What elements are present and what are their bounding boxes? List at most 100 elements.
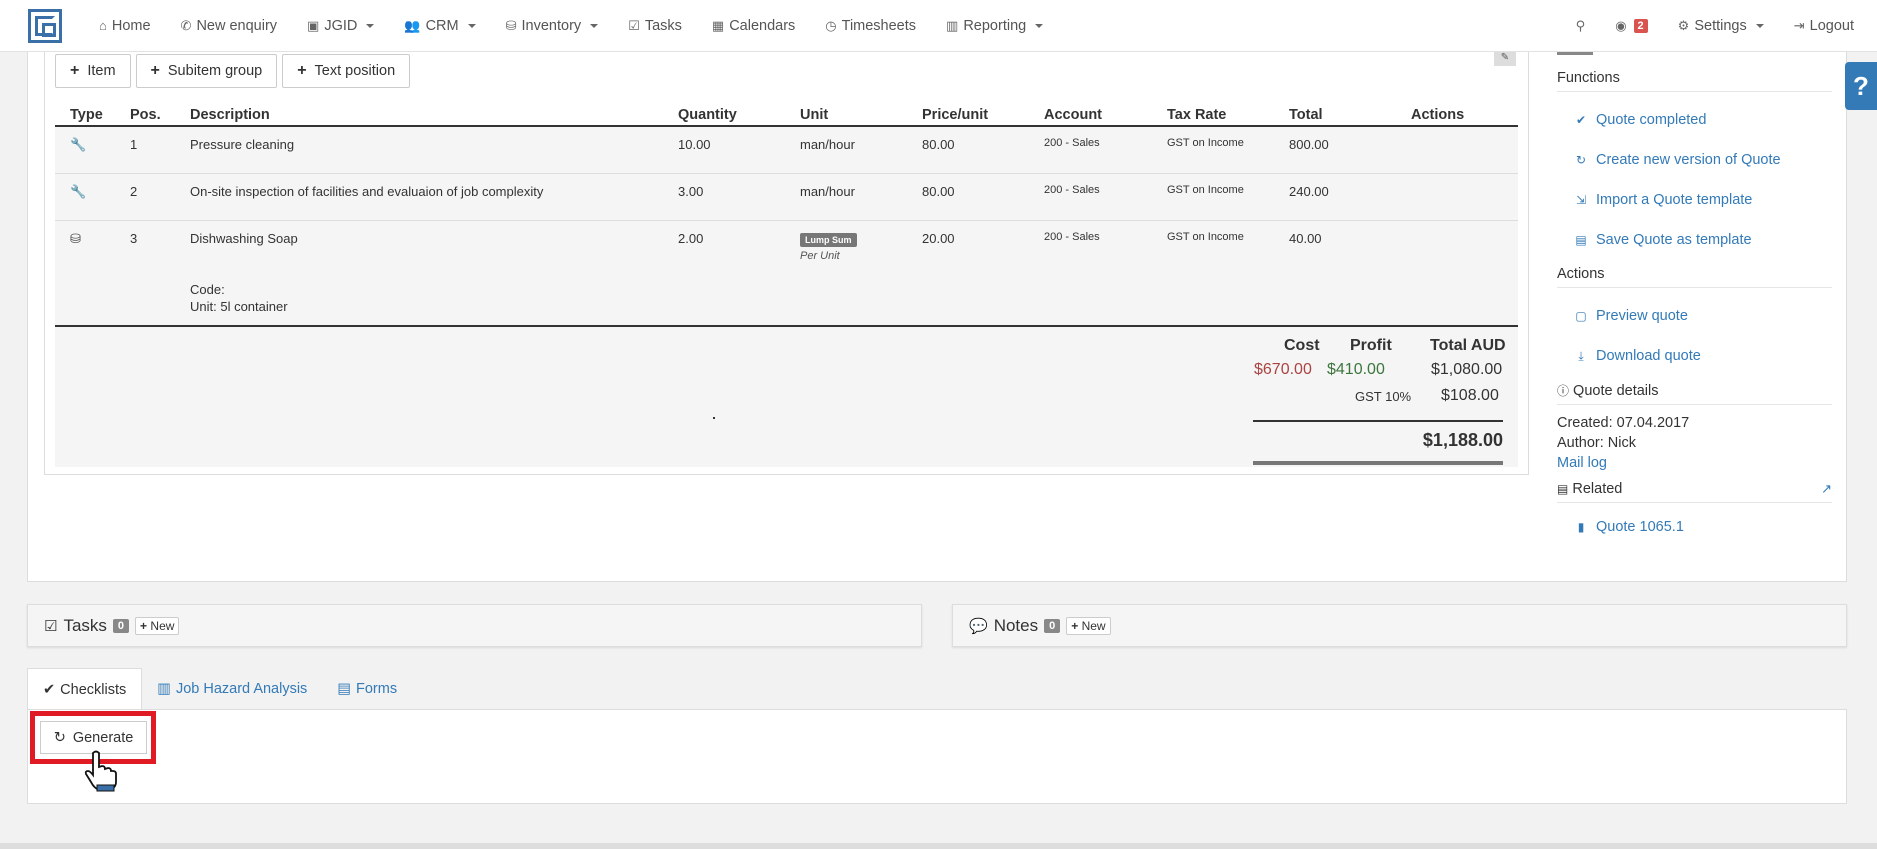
row-actions[interactable]: [1396, 173, 1518, 221]
caret-down-icon: [467, 23, 476, 28]
check-icon: ✔: [1575, 113, 1587, 127]
check-square-icon: ☑: [628, 17, 640, 33]
refresh-icon: ↻: [1575, 153, 1587, 167]
search-icon: ⚲: [1575, 17, 1586, 33]
nav-tasks[interactable]: ☑ Tasks: [613, 0, 697, 52]
add-text-position-button[interactable]: + Text position: [282, 54, 411, 88]
nav-timesheets[interactable]: ◷ Timesheets: [810, 0, 931, 52]
item-description: Dishwashing Soap: [190, 230, 298, 246]
comment-icon: 💬: [969, 617, 988, 635]
caret-down-icon: [1755, 23, 1764, 28]
quote-sidebar: Functions ✔ Quote completed ↻ Create new…: [1557, 52, 1832, 543]
table-row[interactable]: ⛁ 3 Dishwashing Soap Code: Unit: 5l cont…: [55, 220, 1518, 329]
nav-settings[interactable]: ⚙ Settings: [1663, 0, 1779, 52]
plus-icon: +: [150, 62, 160, 79]
tab-job-hazard-analysis[interactable]: ▥ Job Hazard Analysis: [142, 668, 322, 710]
external-link-icon[interactable]: ↗: [1821, 481, 1832, 497]
refresh-icon: ↻: [53, 729, 66, 746]
add-item-button[interactable]: + Item: [55, 54, 131, 88]
quote-completed-link[interactable]: ✔ Quote completed: [1557, 100, 1832, 140]
file-icon: ▮: [1577, 520, 1585, 534]
save-as-template-link[interactable]: ▤ Save Quote as template: [1557, 220, 1832, 260]
bar-chart-icon: ▥: [946, 17, 959, 33]
sign-in-icon: ⇲: [1575, 193, 1587, 207]
create-new-version-link[interactable]: ↻ Create new version of Quote: [1557, 140, 1832, 180]
totals-section: Cost Profit Total AUD $670.00 $410.00 $1…: [55, 325, 1518, 467]
related-quote-link[interactable]: ▮ Quote 1065.1: [1557, 511, 1832, 543]
row-actions[interactable]: [1396, 220, 1518, 329]
author-name: Author: Nick: [1557, 435, 1636, 451]
help-tab[interactable]: ?: [1845, 62, 1877, 110]
mail-log-link[interactable]: Mail log: [1557, 455, 1607, 471]
calendar-icon: ▦: [711, 17, 725, 33]
cost-header: Cost: [1284, 337, 1320, 354]
grand-total-underline: [1253, 461, 1503, 465]
tab-forms[interactable]: ▤ Forms: [322, 668, 412, 710]
tab-checklists[interactable]: ✔ Checklists: [27, 668, 143, 710]
phone-icon: ✆: [180, 17, 192, 33]
cubes-icon: ⛁: [505, 17, 517, 33]
nav-crm[interactable]: 👥 CRM: [389, 0, 490, 52]
related-title: ▤ Related ↗: [1557, 481, 1832, 503]
grand-total: $1,188.00: [1422, 430, 1503, 450]
import-template-link[interactable]: ⇲ Import a Quote template: [1557, 180, 1832, 220]
nav-jgid[interactable]: ▣ JGID: [292, 0, 389, 52]
info-icon: ⓘ: [1557, 384, 1570, 398]
col-pos: Pos.: [115, 102, 175, 127]
nav-search[interactable]: ⚲: [1561, 0, 1601, 52]
col-unit: Unit: [785, 102, 907, 127]
plus-icon: +: [70, 62, 80, 79]
col-type: Type: [55, 102, 115, 127]
total-value: $1,080.00: [1431, 361, 1503, 378]
clock-icon: ◷: [825, 17, 837, 33]
notes-panel: 💬 Notes 0 + New: [952, 604, 1847, 647]
gst-value: $108.00: [1441, 387, 1499, 404]
nav-notifications[interactable]: ◉ 2: [1600, 0, 1662, 52]
preview-quote-link[interactable]: ▢ Preview quote: [1557, 296, 1832, 336]
total-aud-header: Total AUD: [1430, 337, 1506, 354]
item-unit-info: Unit: 5l container: [190, 298, 288, 314]
nav-inventory[interactable]: ⛁ Inventory: [491, 0, 614, 52]
add-subitem-group-button[interactable]: + Subitem group: [135, 54, 278, 88]
app-logo[interactable]: [28, 8, 62, 43]
actions-title: Actions: [1557, 266, 1832, 288]
col-tax-rate: Tax Rate: [1152, 102, 1274, 127]
quote-details-title: ⓘ Quote details: [1557, 382, 1832, 405]
table-row[interactable]: 🔧 1 Pressure cleaning 10.00 man/hour 80.…: [55, 126, 1518, 174]
lump-sum-badge: Lump Sum: [800, 232, 857, 247]
caret-down-icon: [1035, 23, 1044, 28]
floppy-icon: ▤: [1575, 233, 1587, 247]
tasks-title: Tasks: [63, 615, 107, 635]
nav-new-enquiry[interactable]: ✆ New enquiry: [166, 0, 293, 52]
logo-small-icon: ▣: [307, 17, 320, 33]
file-icon: ▤: [337, 681, 352, 697]
table-row[interactable]: 🔧 2 On-site inspection of facilities and…: [55, 173, 1518, 221]
col-total: Total: [1274, 102, 1396, 127]
new-task-button[interactable]: + New: [135, 616, 180, 635]
bottom-scroll-bar: [0, 843, 1877, 849]
nav-calendars[interactable]: ▦ Calendars: [697, 0, 810, 52]
nav-reporting[interactable]: ▥ Reporting: [931, 0, 1058, 52]
add-item-toolbar: + Item + Subitem group + Text position: [55, 54, 411, 88]
globe-icon: ◉: [1615, 17, 1627, 33]
row-actions[interactable]: [1396, 126, 1518, 174]
top-navbar: ⌂ Home ✆ New enquiry ▣ JGID 👥 CRM ⛁ Inve…: [0, 0, 1877, 52]
tasks-count-badge: 0: [112, 618, 130, 633]
wrench-icon: 🔧: [70, 137, 87, 152]
col-price: Price/unit: [907, 102, 1029, 127]
download-quote-link[interactable]: ⤓ Download quote: [1557, 336, 1832, 376]
pin-icon[interactable]: ✎: [1494, 52, 1516, 66]
col-account: Account: [1029, 102, 1152, 127]
nav-logout[interactable]: ⇥ Logout: [1779, 0, 1869, 52]
new-note-button[interactable]: + New: [1066, 616, 1111, 635]
caret-down-icon: [366, 23, 375, 28]
download-icon: ⤓: [1578, 348, 1584, 363]
cost-value: $670.00: [1254, 361, 1312, 378]
notification-count-badge: 2: [1633, 18, 1648, 33]
home-icon: ⌂: [99, 18, 107, 33]
bottom-tabs: ✔ Checklists ▥ Job Hazard Analysis ▤ For…: [27, 668, 412, 710]
profit-value: $410.00: [1327, 361, 1385, 378]
sidebar-tab-stub: [1557, 52, 1593, 55]
nav-home[interactable]: ⌂ Home: [84, 0, 166, 52]
plus-icon: +: [297, 62, 307, 79]
